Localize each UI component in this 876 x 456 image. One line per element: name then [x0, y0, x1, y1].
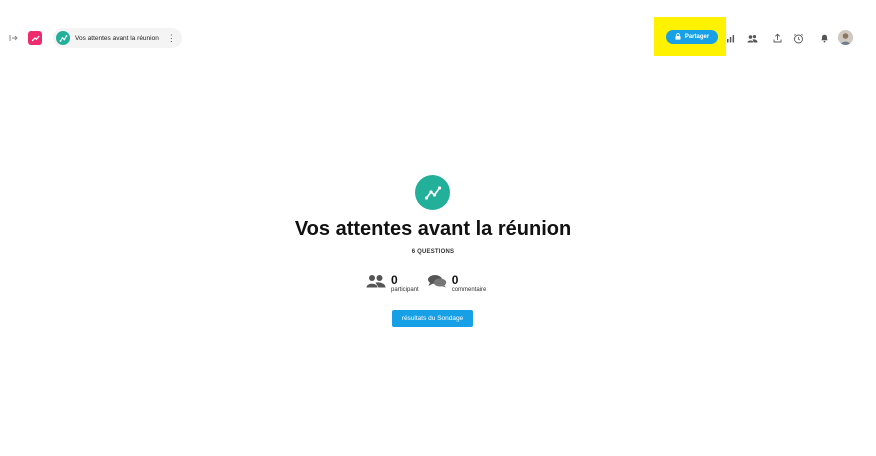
page-title: Vos attentes avant la réunion	[294, 218, 572, 240]
question-count: 6 QUESTIONS	[411, 249, 455, 255]
lock-icon	[675, 32, 681, 42]
participants-label: participant	[391, 286, 419, 293]
expand-sidebar-icon[interactable]	[6, 31, 20, 45]
survey-results-button[interactable]: résultats du Sondage	[392, 310, 473, 327]
comments-count: 0	[451, 272, 459, 287]
top-bar: Vos attentes avant la réunion ⋮ Partager	[0, 0, 876, 76]
bar-chart-icon[interactable]	[723, 31, 737, 45]
comments-stat: 0 commentaire	[427, 272, 487, 293]
user-avatar[interactable]	[838, 30, 853, 45]
participants-icon	[366, 274, 386, 293]
survey-breadcrumb[interactable]: Vos attentes avant la réunion ⋮	[53, 28, 182, 48]
clock-icon[interactable]	[791, 31, 805, 45]
bell-icon[interactable]	[817, 31, 831, 45]
participants-count: 0	[391, 272, 398, 287]
users-icon[interactable]	[745, 31, 759, 45]
share-label: Partager	[684, 34, 710, 40]
survey-title: Vos attentes avant la réunion	[75, 34, 159, 42]
survey-hero-icon	[415, 175, 450, 210]
app-logo-icon[interactable]	[28, 31, 42, 45]
share-button[interactable]: Partager	[666, 30, 718, 44]
upload-icon[interactable]	[770, 31, 784, 45]
comments-icon	[427, 274, 447, 293]
stats-row: 0 participant 0 commentaire	[366, 272, 486, 294]
comments-label: commentaire	[451, 286, 487, 293]
survey-icon	[56, 31, 70, 45]
more-options-icon[interactable]: ⋮	[167, 33, 176, 43]
participants-stat: 0 participant	[366, 274, 419, 293]
